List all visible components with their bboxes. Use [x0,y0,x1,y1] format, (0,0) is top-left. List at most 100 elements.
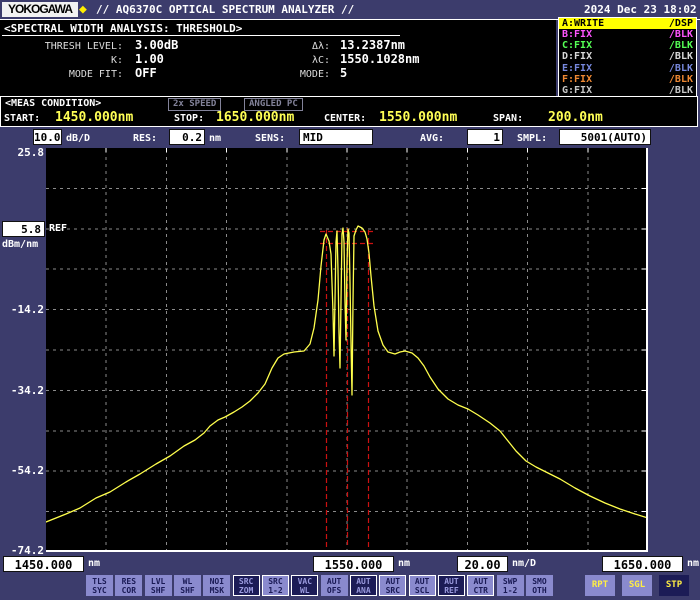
trace-row-f[interactable]: F:FIX/BLK [559,74,696,85]
trace-row-c[interactable]: C:FIX/BLK [559,40,696,51]
trace-name: C:FIX [562,40,593,52]
toolbar-button-aut-src[interactable]: AUT SRC [379,575,407,596]
button-label-bottom: SHF [180,585,195,595]
toolbar-button-res-cor[interactable]: RES COR [115,575,143,596]
trace-row-g[interactable]: G:FIX/BLK [559,85,696,96]
meas-condition-heading: <MEAS CONDITION> [5,98,102,109]
x-stop-field[interactable]: 1650.000 [602,556,683,572]
button-label-top: VAC [297,576,313,586]
toolbar-button-aut-ctr[interactable]: AUT CTR [467,575,495,596]
delta-lambda-label: Δλ: [311,41,330,52]
stop-label: STOP: [174,113,205,124]
trace-status-box: A:WRITE/DSP B:FIX/BLK C:FIX/BLK D:FIX/BLK E:… [558,17,697,97]
start-label: START: [4,113,41,124]
ref-level-field[interactable]: 5.8 [2,221,45,237]
analysis-panel: <SPECTRAL WIDTH ANALYSIS: THRESHOLD> THR… [0,20,556,96]
start-value[interactable]: 1450.000nm [55,110,133,125]
res-field[interactable]: 0.2 [169,129,205,145]
stop-value[interactable]: 1650.000nm [216,110,294,125]
toolbar-button-aut-ana[interactable]: AUT ANA [349,575,377,596]
toolbar-button-swp-1-2[interactable]: SWP 1-2 [496,575,524,596]
toolbar-button-wl-shf[interactable]: WL SHF [173,575,201,596]
button-label-bottom: WL [299,585,310,595]
sens-label: SENS: [255,133,286,144]
trace-row-d[interactable]: D:FIX/BLK [559,51,696,62]
thresh-level-value: 3.00dB [135,38,179,52]
y-tick-m14: -14.2 [10,303,44,316]
spectrum-plot [46,148,648,552]
analysis-row: THRESH LEVEL: 3.00dB Δλ: 13.2387nm [0,38,556,52]
button-label-top: SMO [532,576,547,586]
center-label: CENTER: [324,113,367,124]
lambda-c-label: λC: [311,55,330,66]
button-label-bottom: 1-2 [502,585,518,595]
avg-field[interactable]: 1 [467,129,503,145]
toolbar-button-src-1-2[interactable]: SRC 1-2 [261,575,289,596]
y-axis-unit: dBm/nm [2,239,39,250]
toolbar-button-aut-scl[interactable]: AUT SCL [408,575,436,596]
trace-row-e[interactable]: E:FIX/BLK [559,63,696,74]
trace-row-b[interactable]: B:FIX/BLK [559,29,696,40]
trace-display-mode: /BLK [668,73,693,85]
trace-name: B:FIX [562,29,593,41]
x-start-field[interactable]: 1450.000 [3,556,84,572]
trace-display-mode: /BLK [668,51,693,63]
res-label: RES: [133,133,158,144]
button-label-top: AUT [356,576,371,586]
y-tick-m54: -54.2 [10,464,44,477]
lambda-c-value: 1550.1028nm [340,52,420,66]
analysis-row: K: 1.00 λC: 1550.1028nm [0,52,556,66]
trace-row-a[interactable]: A:WRITE/DSP [559,18,696,30]
button-label-bottom: SRC [385,585,401,595]
button-label-top: NOI [209,576,225,586]
toolbar-button-tls-syc[interactable]: TLS SYC [86,575,113,596]
res-unit: nm [209,133,222,144]
smpl-field[interactable]: 5001(AUTO) [559,129,651,145]
toolbar-button-lvl-shf[interactable]: LVL SHF [144,575,172,596]
avg-label: AVG: [420,133,445,144]
span-value[interactable]: 200.0nm [548,110,603,125]
x-center-unit: nm [398,558,411,569]
x-center-field[interactable]: 1550.000 [313,556,394,572]
yokogawa-diamond-icon: ◆ [79,2,87,17]
toolbar-button-aut-ref[interactable]: AUT REF [437,575,465,596]
button-label-bottom: REF [444,585,459,595]
button-label-bottom: ZOM [238,585,254,595]
sweep-button-stp[interactable]: STP [659,575,689,596]
sens-field[interactable]: MID [299,129,373,145]
button-label-top: AUT [385,576,401,586]
toolbar-button-vac-wl[interactable]: VAC WL [291,575,319,596]
button-label-top: SRC [238,576,254,586]
x-scale-unit: nm/D [512,558,537,569]
button-label-top: SRC [268,576,283,586]
trace-display-mode: /BLK [668,40,693,52]
toolbar-button-noi-msk[interactable]: NOI MSK [203,575,231,596]
trace-display-mode: /BLK [668,29,693,41]
toolbar-button-src-zom[interactable]: SRC ZOM [232,575,260,596]
sweep-button-sgl[interactable]: SGL [622,575,652,596]
button-label-bottom: OFS [326,585,342,595]
button-label-top: WL [182,576,193,586]
trace-display-mode: /BLK [668,84,693,96]
analysis-row: MODE FIT: OFF MODE: 5 [0,66,556,80]
button-label-bottom: MSK [209,585,225,595]
button-label-bottom: OTH [532,585,547,595]
button-label-top: SWP [502,576,518,586]
level-scale-field[interactable]: 10.0 [33,129,62,145]
toolbar-button-aut-ofs[interactable]: AUT OFS [320,575,348,596]
x-start-unit: nm [88,558,101,569]
toolbar-button-smo-oth[interactable]: SMO OTH [525,575,553,596]
sweep-button-rpt[interactable]: RPT [585,575,615,596]
center-value[interactable]: 1550.000nm [379,110,457,125]
thresh-level-label: THRESH LEVEL: [44,41,123,52]
window-title: // AQ6370C OPTICAL SPECTRUM ANALYZER // [96,3,355,16]
k-label: K: [110,55,123,66]
meas-condition-panel: <MEAS CONDITION> 2x SPEED ANGLED PC STAR… [0,96,698,127]
trace-name: D:FIX [562,51,593,63]
button-label-bottom: COR [121,585,137,595]
trace-name: A:WRITE [562,18,605,30]
ref-tag: REF [49,223,68,234]
datetime: 2024 Dec 23 18:02 [584,3,697,16]
span-label: SPAN: [493,113,524,124]
x-scale-field[interactable]: 20.00 [457,556,508,572]
